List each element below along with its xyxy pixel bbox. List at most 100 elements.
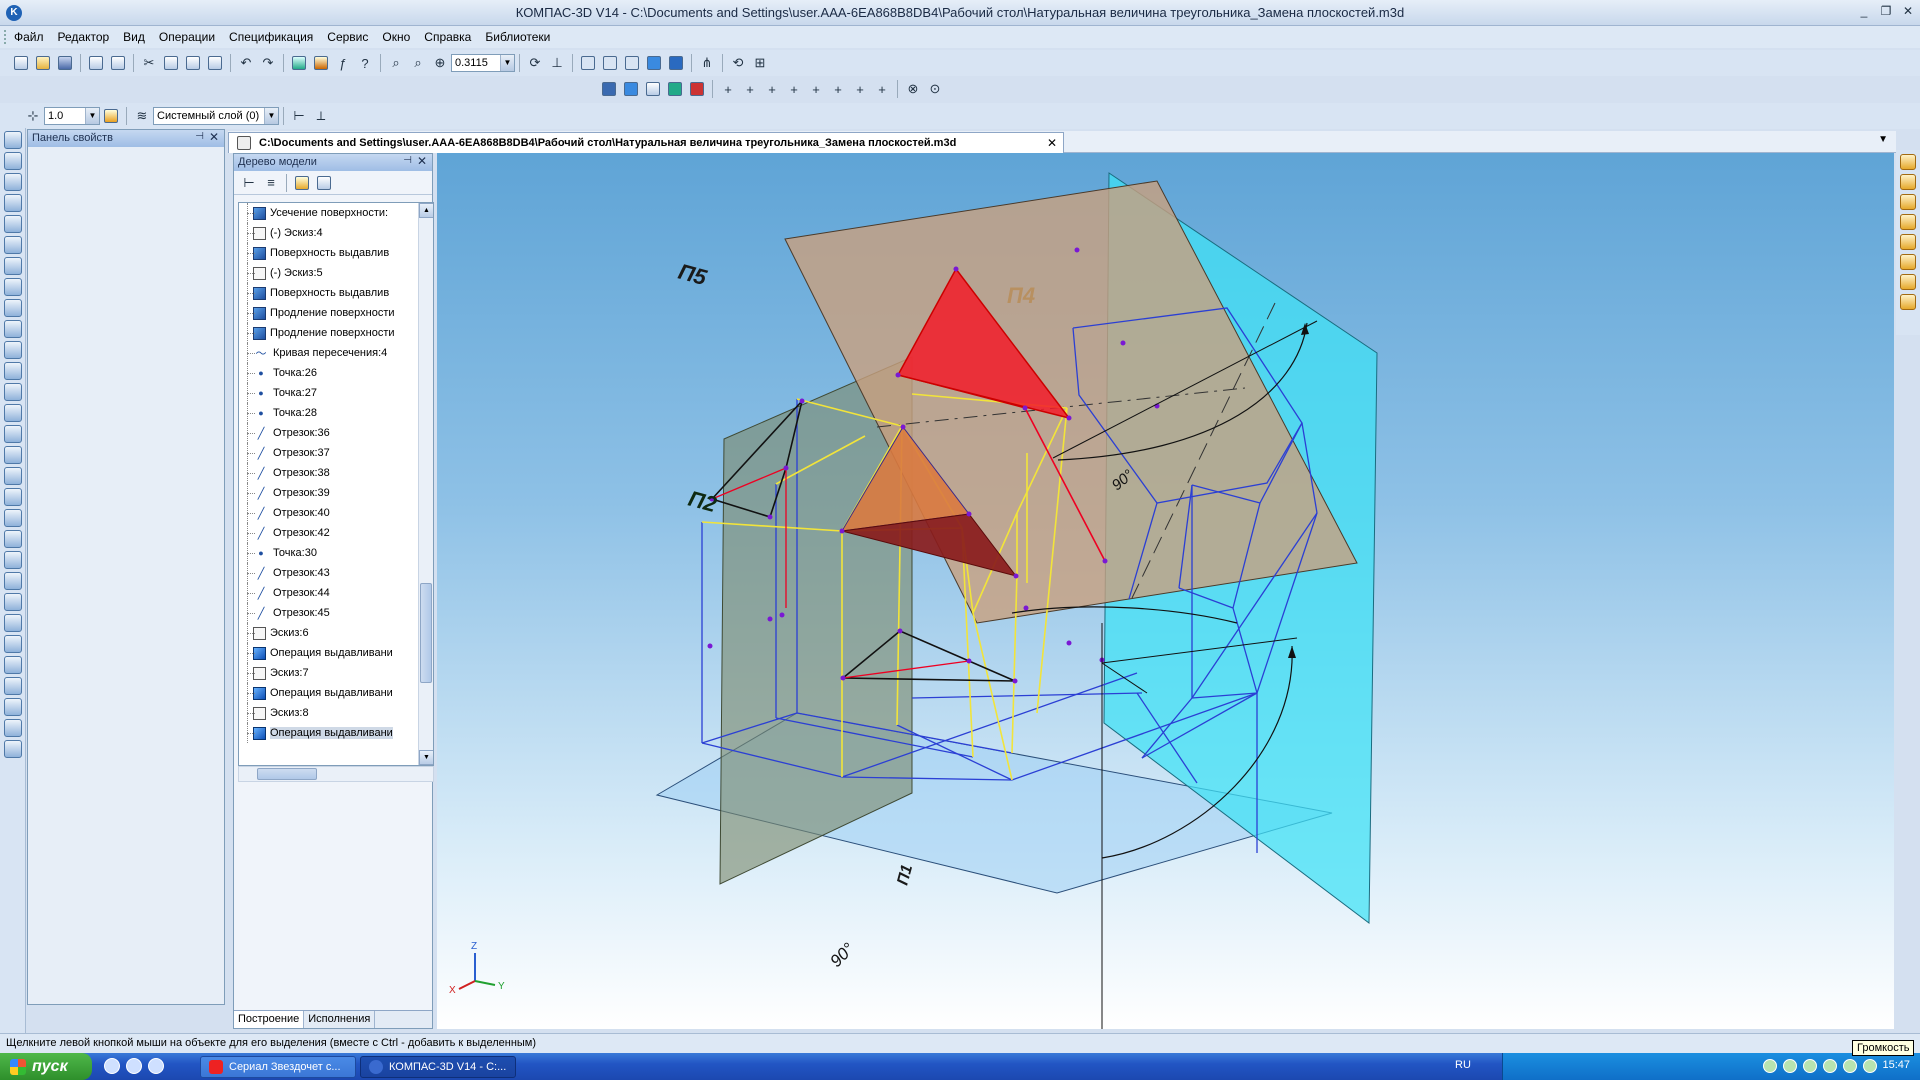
print-icon[interactable] bbox=[86, 53, 106, 73]
rotate-icon[interactable]: ⟳ bbox=[525, 53, 545, 73]
tree-item[interactable]: Операция выдавливани bbox=[239, 643, 433, 663]
copy-icon[interactable] bbox=[161, 53, 181, 73]
tool-chamfer-icon[interactable] bbox=[4, 278, 22, 296]
tool-ruled-icon[interactable] bbox=[4, 572, 22, 590]
tree-item[interactable]: Эскиз:7 bbox=[239, 663, 433, 683]
properties-icon[interactable] bbox=[205, 53, 225, 73]
snap-6-icon[interactable]: + bbox=[828, 79, 848, 99]
lib-profiles-icon[interactable] bbox=[1900, 274, 1916, 290]
minimize-button[interactable]: _ bbox=[1855, 4, 1873, 20]
tool-shell-icon[interactable] bbox=[4, 320, 22, 338]
menu-edit[interactable]: Редактор bbox=[58, 30, 110, 44]
step-combo[interactable]: 1.0 ▼ bbox=[44, 107, 100, 125]
clock[interactable]: 15:47 bbox=[1882, 1059, 1910, 1071]
part-type-icon[interactable] bbox=[599, 79, 619, 99]
filter-icon[interactable] bbox=[687, 79, 707, 99]
lib-pipes-icon[interactable] bbox=[1900, 214, 1916, 230]
document-tab[interactable]: C:\Documents and Settings\user.AAA-6EA86… bbox=[228, 132, 1064, 153]
tray-volume-icon[interactable] bbox=[1763, 1059, 1777, 1073]
menu-operations[interactable]: Операции bbox=[159, 30, 215, 44]
tool-extend-icon[interactable] bbox=[4, 635, 22, 653]
tray-update-icon[interactable] bbox=[1823, 1059, 1837, 1073]
tree-item[interactable]: 〜 Кривая пересечения:4 bbox=[239, 343, 433, 363]
tool-sketch-icon[interactable] bbox=[4, 152, 22, 170]
chevron-down-icon[interactable]: ▼ bbox=[85, 108, 99, 124]
snap-5-icon[interactable]: + bbox=[806, 79, 826, 99]
chevron-down-icon[interactable]: ▼ bbox=[1878, 134, 1888, 145]
tray-network-icon[interactable] bbox=[1803, 1059, 1817, 1073]
tool-curve-icon[interactable] bbox=[4, 509, 22, 527]
menu-libraries[interactable]: Библиотеки bbox=[485, 30, 550, 44]
tree-item[interactable]: Операция выдавливани bbox=[239, 723, 433, 743]
tree-item[interactable]: ╱ Отрезок:39 bbox=[239, 483, 433, 503]
quicklaunch-app-icon[interactable] bbox=[148, 1058, 164, 1074]
taskbar-item[interactable]: КОМПАС-3D V14 - C:... bbox=[360, 1056, 516, 1078]
tool-patch-icon[interactable] bbox=[4, 593, 22, 611]
tool-polyline-icon[interactable] bbox=[4, 488, 22, 506]
tree-item[interactable]: ╱ Отрезок:40 bbox=[239, 503, 433, 523]
model-viewport[interactable]: П5 П4 П2 П1 90° 90° Z X Y bbox=[437, 153, 1894, 1029]
quicklaunch-app-icon[interactable] bbox=[104, 1058, 120, 1074]
tool-kinematic-icon[interactable] bbox=[4, 215, 22, 233]
aux-geometry-icon[interactable] bbox=[643, 79, 663, 99]
tool-helix-icon[interactable] bbox=[4, 530, 22, 548]
tool-spline-icon[interactable] bbox=[4, 404, 22, 422]
lib-tools-icon[interactable] bbox=[1900, 254, 1916, 270]
tree-item[interactable]: ● Точка:30 bbox=[239, 543, 433, 563]
step-icon[interactable]: ⊹ bbox=[23, 106, 43, 126]
tool-plane-icon[interactable] bbox=[4, 425, 22, 443]
tree-item[interactable]: (-) Эскиз:4 bbox=[239, 223, 433, 243]
pin-icon[interactable]: ⊣ bbox=[403, 155, 412, 166]
constraint-icon[interactable]: ⊗ bbox=[903, 79, 923, 99]
measure-icon[interactable]: ⊞ bbox=[750, 53, 770, 73]
scroll-thumb[interactable] bbox=[257, 768, 317, 780]
variables-icon[interactable]: ƒ bbox=[333, 53, 353, 73]
shaded-edges-icon[interactable] bbox=[666, 53, 686, 73]
tree-item[interactable]: Поверхность выдавлив bbox=[239, 283, 433, 303]
taskbar-item[interactable]: Сериал Звездочет с... bbox=[200, 1056, 356, 1078]
tool-hole-icon[interactable] bbox=[4, 299, 22, 317]
tree-item[interactable]: ╱ Отрезок:37 bbox=[239, 443, 433, 463]
spec-icon[interactable] bbox=[665, 79, 685, 99]
paste-icon[interactable] bbox=[183, 53, 203, 73]
pin-icon[interactable]: ⊣ bbox=[195, 131, 204, 142]
tool-surface-icon[interactable] bbox=[4, 551, 22, 569]
tool-measure-icon[interactable] bbox=[4, 677, 22, 695]
tab-build[interactable]: Построение bbox=[234, 1011, 305, 1028]
tool-loft-icon[interactable] bbox=[4, 236, 22, 254]
layer-combo[interactable]: Системный слой (0) ▼ bbox=[153, 107, 279, 125]
tree-filter-icon[interactable] bbox=[314, 173, 334, 193]
snap-7-icon[interactable]: + bbox=[850, 79, 870, 99]
open-folder-icon[interactable] bbox=[33, 53, 53, 73]
undo-icon[interactable]: ↶ bbox=[236, 53, 256, 73]
lib-manager-icon[interactable] bbox=[1900, 154, 1916, 170]
perspective-icon[interactable]: ⋔ bbox=[697, 53, 717, 73]
language-indicator[interactable]: RU bbox=[1455, 1059, 1471, 1071]
menu-view[interactable]: Вид bbox=[123, 30, 145, 44]
snap-8-icon[interactable]: + bbox=[872, 79, 892, 99]
tree-item[interactable]: Продление поверхности bbox=[239, 323, 433, 343]
menu-grip[interactable] bbox=[4, 30, 8, 44]
restore-button[interactable]: ❐ bbox=[1877, 4, 1895, 20]
wireframe-icon[interactable] bbox=[578, 53, 598, 73]
ortho-mode-icon[interactable] bbox=[101, 106, 121, 126]
tool-section-icon[interactable] bbox=[4, 698, 22, 716]
tool-edit-part-icon[interactable] bbox=[4, 131, 22, 149]
dimension-icon[interactable]: ⊙ bbox=[925, 79, 945, 99]
lib-bolts-icon[interactable] bbox=[1900, 234, 1916, 250]
tree-horizontal-scrollbar[interactable] bbox=[238, 766, 434, 782]
start-button[interactable]: пуск bbox=[0, 1053, 92, 1080]
new-document-icon[interactable] bbox=[11, 53, 31, 73]
tray-antivirus-icon[interactable] bbox=[1843, 1059, 1857, 1073]
tool-extrude-icon[interactable] bbox=[4, 173, 22, 191]
scroll-thumb[interactable] bbox=[420, 583, 432, 683]
local-cs-icon[interactable]: ⊢ bbox=[289, 106, 309, 126]
shaded-icon[interactable] bbox=[644, 53, 664, 73]
save-icon[interactable] bbox=[55, 53, 75, 73]
quicklaunch-app-icon[interactable] bbox=[126, 1058, 142, 1074]
tool-sew-icon[interactable] bbox=[4, 656, 22, 674]
lib-frame-icon[interactable] bbox=[1900, 174, 1916, 190]
tree-item[interactable]: ● Точка:28 bbox=[239, 403, 433, 423]
snap-4-icon[interactable]: + bbox=[784, 79, 804, 99]
tree-display-mode-icon[interactable]: ⊢ bbox=[239, 173, 259, 193]
